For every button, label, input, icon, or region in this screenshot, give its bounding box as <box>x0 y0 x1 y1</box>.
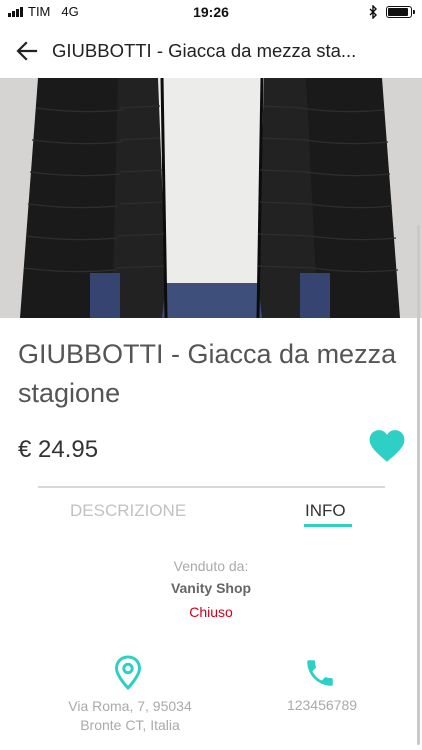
shop-status: Chiuso <box>189 604 233 620</box>
arrow-back-icon <box>16 41 38 61</box>
shop-address[interactable]: Via Roma, 7, 95034 Bronte CT, Italia <box>50 697 210 735</box>
tab-descrizione[interactable]: DESCRIZIONE <box>70 501 186 521</box>
status-right <box>369 5 415 19</box>
shop-name[interactable]: Vanity Shop <box>0 580 422 596</box>
address-line-1: Via Roma, 7, 95034 <box>68 698 192 714</box>
status-bar: TIM 4G 19:26 <box>0 0 422 24</box>
sold-by-label: Venduto da: <box>173 558 249 574</box>
back-button[interactable] <box>2 24 52 78</box>
location-pin-icon[interactable] <box>114 655 142 691</box>
page-title: GIUBBOTTI - Giacca da mezza sta... <box>52 40 357 61</box>
battery-icon <box>386 6 415 18</box>
app-bar: GIUBBOTTI - Giacca da mezza sta... <box>0 24 422 78</box>
favorite-heart-icon[interactable] <box>368 428 406 464</box>
bluetooth-icon <box>369 5 377 19</box>
jacket-photo <box>0 78 422 318</box>
tab-info[interactable]: INFO <box>305 501 346 521</box>
product-price: € 24.95 <box>18 436 99 463</box>
product-title: GIUBBOTTI - Giacca da mezza stagione <box>18 339 397 408</box>
scrollbar[interactable] <box>417 225 420 745</box>
phone-icon[interactable] <box>303 656 337 690</box>
active-tab-indicator <box>304 524 352 527</box>
shop-phone[interactable]: 123456789 <box>252 697 392 713</box>
product-image[interactable] <box>0 78 422 318</box>
tabs-divider <box>38 486 385 488</box>
address-line-2: Bronte CT, Italia <box>80 717 180 733</box>
status-time: 19:26 <box>193 4 229 20</box>
